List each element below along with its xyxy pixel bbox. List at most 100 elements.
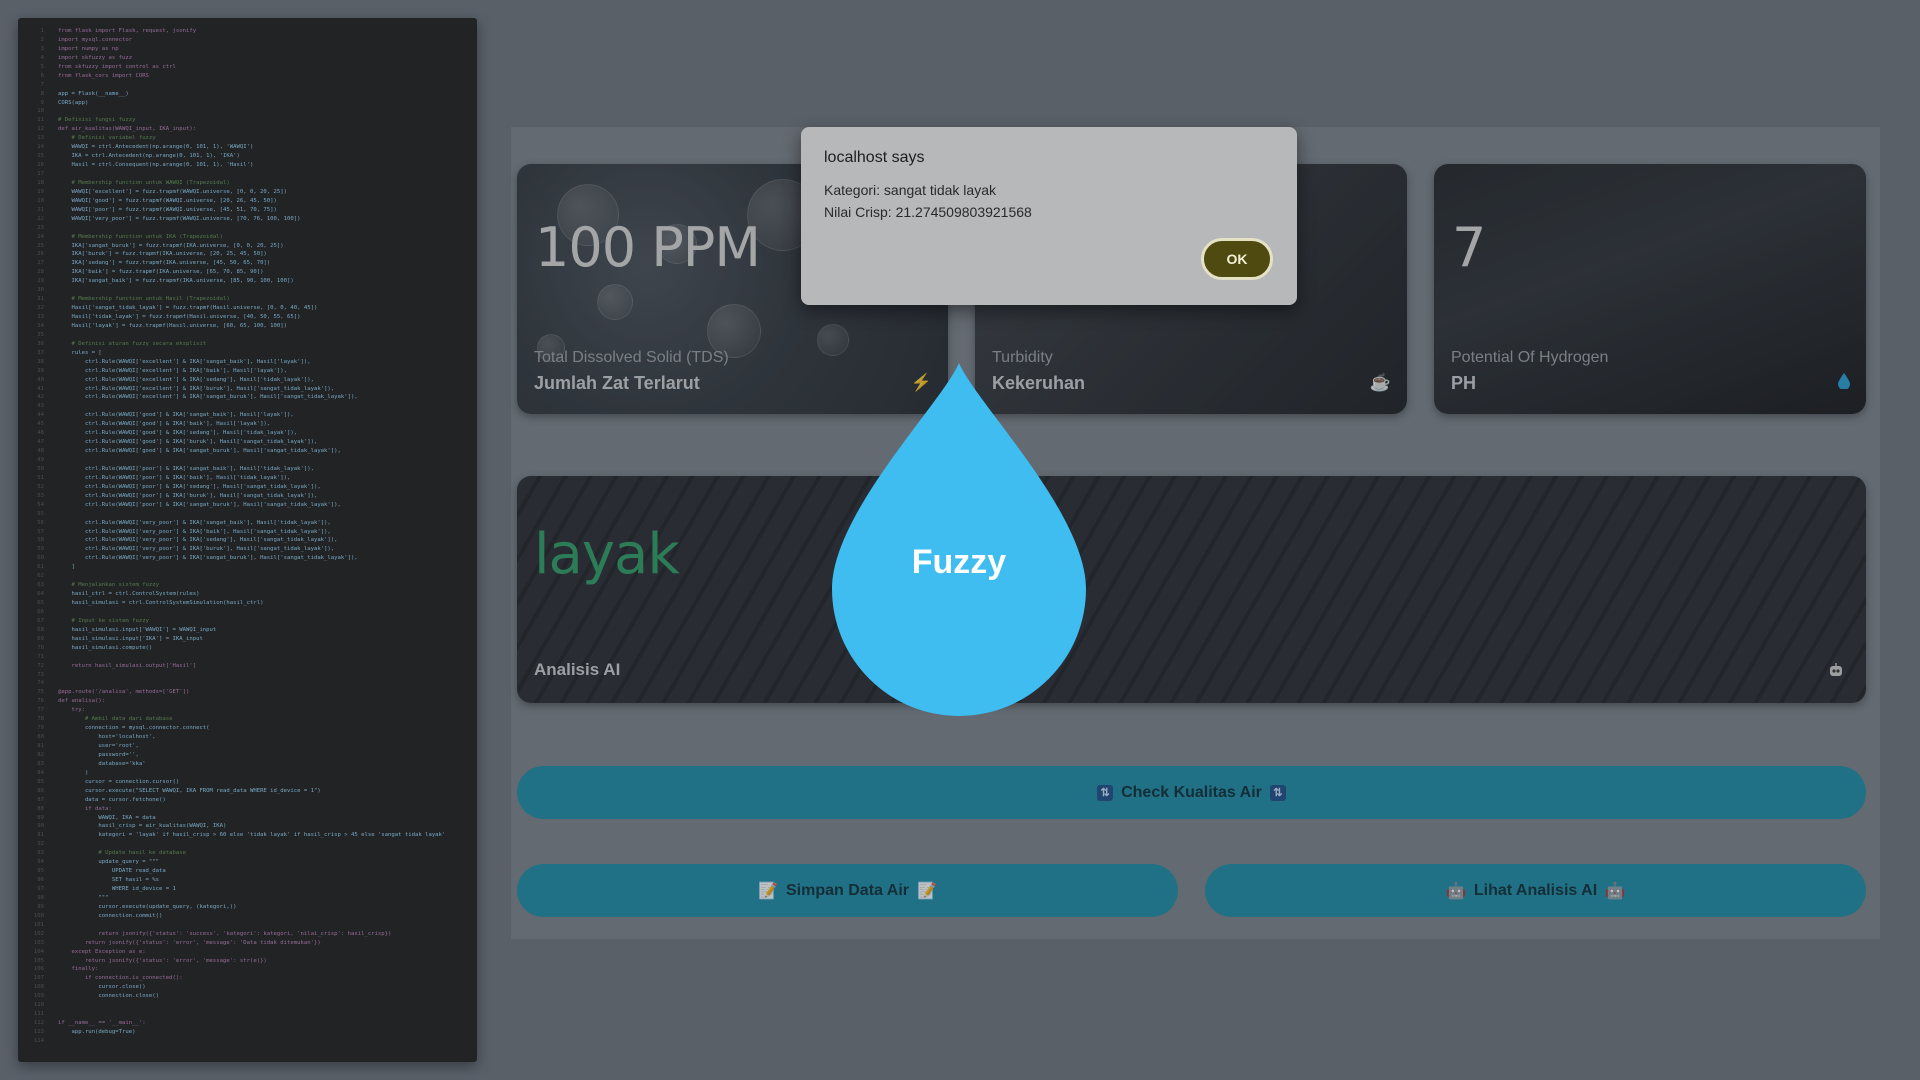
fuzzy-drop-icon <box>832 363 1086 716</box>
code-line: 87 data = cursor.fetchone() <box>37 796 166 803</box>
code-line: 105 return jsonify({'status': 'error', '… <box>33 957 267 964</box>
memo-icon: 📝 <box>917 882 937 900</box>
memo-icon: 📝 <box>758 882 778 900</box>
code-line: 11 # Definisi fungsi fuzzy <box>37 117 136 124</box>
code-line: 37 rules = [ <box>37 349 102 356</box>
code-line: 101 <box>33 921 44 928</box>
code-line: 64 hasil_ctrl = ctrl.ControlSystem(rules… <box>37 591 200 598</box>
code-line: 45 ctrl.Rule(WAWQI['good'] & IKA['baik']… <box>37 421 271 428</box>
code-line: 74 <box>37 680 44 687</box>
tds-title: Jumlah Zat Terlarut <box>534 373 700 393</box>
code-line: 19 WAWQI['excellent'] = fuzz.trapmf(WAWQ… <box>37 188 288 195</box>
code-line: 102 return jsonify({'status': 'success',… <box>33 930 392 937</box>
code-line: 39 ctrl.Rule(WAWQI['excellent'] & IKA['b… <box>37 367 288 374</box>
ph-value: 7 <box>1452 216 1486 279</box>
code-line: 10 <box>37 108 44 115</box>
code-line: 113 app.run(debug=True) <box>33 1029 136 1035</box>
code-line: 91 kategori = 'layak' if hasil_crisp > 6… <box>37 832 446 839</box>
code-line: 1 from flask import Flask, request, jsoni… <box>40 28 197 34</box>
code-line: 18 # Membership function untuk WAWQI (Tr… <box>37 179 230 186</box>
code-line: 107 if connection.is_connected(): <box>33 975 183 982</box>
code-line: 38 ctrl.Rule(WAWQI['excellent'] & IKA['s… <box>37 358 311 365</box>
code-line: 112 if __name__ == '__main__': <box>33 1020 146 1027</box>
code-line: 68 hasil_simulasi.input['WAWQI'] = WAWQI… <box>37 626 217 633</box>
code-line: 20 WAWQI['good'] = fuzz.trapmf(WAWQI.uni… <box>37 197 277 204</box>
water-drop-icon <box>1838 373 1850 394</box>
code-line: 50 ctrl.Rule(WAWQI['poor'] & IKA['sangat… <box>37 465 314 472</box>
check-quality-button[interactable]: ⇅ Check Kualitas Air ⇅ <box>517 766 1866 819</box>
code-line: 7 <box>40 81 44 88</box>
code-line: 21 WAWQI['poor'] = fuzz.trapmf(WAWQI.uni… <box>37 206 277 213</box>
code-line: 92 <box>37 841 44 848</box>
code-line: 43 <box>37 403 44 410</box>
ai-result-value: layak <box>534 522 680 587</box>
code-line: 48 ctrl.Rule(WAWQI['good'] & IKA['sangat… <box>37 448 341 455</box>
code-line: 17 <box>37 171 44 177</box>
code-line: 6 from flask_cors import CORS <box>40 72 149 79</box>
code-line: 55 <box>37 510 44 517</box>
coffee-cup-icon: ☕ <box>1369 373 1391 392</box>
code-line: 58 ctrl.Rule(WAWQI['very_poor'] & IKA['s… <box>37 537 338 544</box>
view-ai-analysis-label: Lihat Analisis AI <box>1473 881 1598 899</box>
code-line: 96 SET hasil = %s <box>37 877 160 884</box>
code-line: 78 # Ambil data dari database <box>37 716 173 723</box>
code-line: 24 # Membership function untuk IKA (Trap… <box>37 233 224 240</box>
code-line: 111 <box>33 1011 44 1018</box>
code-line: 13 # Definisi variabel fuzzy <box>37 135 156 142</box>
code-line: 49 <box>37 457 44 463</box>
code-line: 97 WHERE id_device = 1 <box>37 886 176 892</box>
robot-icon: 🤖 <box>1445 882 1466 900</box>
code-line: 35 <box>37 331 44 338</box>
code-line: 52 ctrl.Rule(WAWQI['poor'] & IKA['sedang… <box>37 483 321 490</box>
code-line: 32 Hasil['sangat_tidak_layak'] = fuzz.tr… <box>37 305 318 312</box>
code-line: 46 ctrl.Rule(WAWQI['good'] & IKA['sedang… <box>37 430 298 437</box>
code-line: 82 password='', <box>37 751 139 758</box>
arrows-updown-icon: ⇅ <box>1097 784 1114 801</box>
ok-button[interactable]: OK <box>1201 238 1273 280</box>
code-line: 93 # Update hasil ke database <box>37 850 186 857</box>
code-line: 61 ] <box>37 564 75 571</box>
code-line: 40 ctrl.Rule(WAWQI['excellent'] & IKA['s… <box>37 376 314 383</box>
code-line: 86 cursor.execute("SELECT WAWQI, IKA FRO… <box>37 787 321 794</box>
code-line: 108 cursor.close() <box>33 984 146 991</box>
code-line: 22 WAWQI['very_poor'] = fuzz.trapmf(WAWQ… <box>37 215 301 222</box>
code-line: 100 connection.commit() <box>33 912 163 919</box>
code-editor-panel: 1 from flask import Flask, request, jsoni… <box>18 18 477 1062</box>
code-line: 90 hasil_crisp = air_kualitas(WAWQI, IKA… <box>37 823 227 830</box>
code-line: 51 ctrl.Rule(WAWQI['poor'] & IKA['baik']… <box>37 474 291 481</box>
code-line: 110 <box>33 1002 44 1009</box>
code-line: 27 IKA['sedang'] = fuzz.trapmf(IKA.unive… <box>37 260 271 267</box>
tds-value: 100 PPM <box>535 216 761 279</box>
code-line: 71 <box>37 653 44 660</box>
code-line: 36 # Definisi aturan fuzzy secara ekspli… <box>37 340 207 347</box>
code-line: 8 app = Flask(__name__) <box>40 90 129 97</box>
fuzzy-label: Fuzzy <box>911 543 1007 581</box>
code-line: 56 ctrl.Rule(WAWQI['very_poor'] & IKA['s… <box>37 519 331 526</box>
ph-card: 7 Potential Of Hydrogen PH <box>1434 164 1866 414</box>
code-line: 34 Hasil['layak'] = fuzz.trapmf(Hasil.un… <box>37 322 288 329</box>
code-line: 5 from skfuzzy import control as ctrl <box>40 63 176 70</box>
code-line: 44 ctrl.Rule(WAWQI['good'] & IKA['sangat… <box>37 412 294 419</box>
code-line: 99 cursor.execute(update_query, (kategor… <box>37 903 237 910</box>
code-line: 85 cursor = connection.cursor() <box>37 778 180 785</box>
robot-icon: 🤖 <box>1605 882 1626 900</box>
code-line: 69 hasil_simulasi.input['IKA'] = IKA_inp… <box>37 635 203 642</box>
code-line: 4 import skfuzzy as fuzz <box>40 54 133 61</box>
view-ai-analysis-button[interactable]: 🤖 Lihat Analisis AI 🤖 <box>1205 864 1866 917</box>
code-line: 63 # Menjalankan sistem fuzzy <box>37 582 160 589</box>
code-line: 70 hasil_simulasi.compute() <box>37 644 153 651</box>
save-water-data-label: Simpan Data Air <box>786 881 909 899</box>
code-line: 29 IKA['sangat_baik'] = fuzz.trapmf(IKA.… <box>37 278 294 285</box>
code-line: 15 IKA = ctrl.Antecedent(np.arange(0, 10… <box>37 153 240 160</box>
code-line: 88 if data: <box>37 805 112 812</box>
code-line: 83 database='kka' <box>37 760 146 767</box>
save-water-data-button[interactable]: 📝 Simpan Data Air 📝 <box>517 864 1178 917</box>
code-line: 94 update_query = """ <box>37 859 160 866</box>
dialog-crisp-text: Nilai Crisp: 21.274509803921568 <box>824 204 1032 220</box>
arrows-updown-icon: ⇅ <box>1269 784 1286 801</box>
code-line: 80 host='localhost', <box>37 734 156 741</box>
dialog-title: localhost says <box>824 149 925 166</box>
code-lines: 1 from flask import Flask, request, jsoni… <box>28 27 477 1046</box>
code-line: 2 import mysql.connector <box>40 36 133 43</box>
alert-dialog: localhost says Kategori: sangat tidak la… <box>801 127 1297 305</box>
